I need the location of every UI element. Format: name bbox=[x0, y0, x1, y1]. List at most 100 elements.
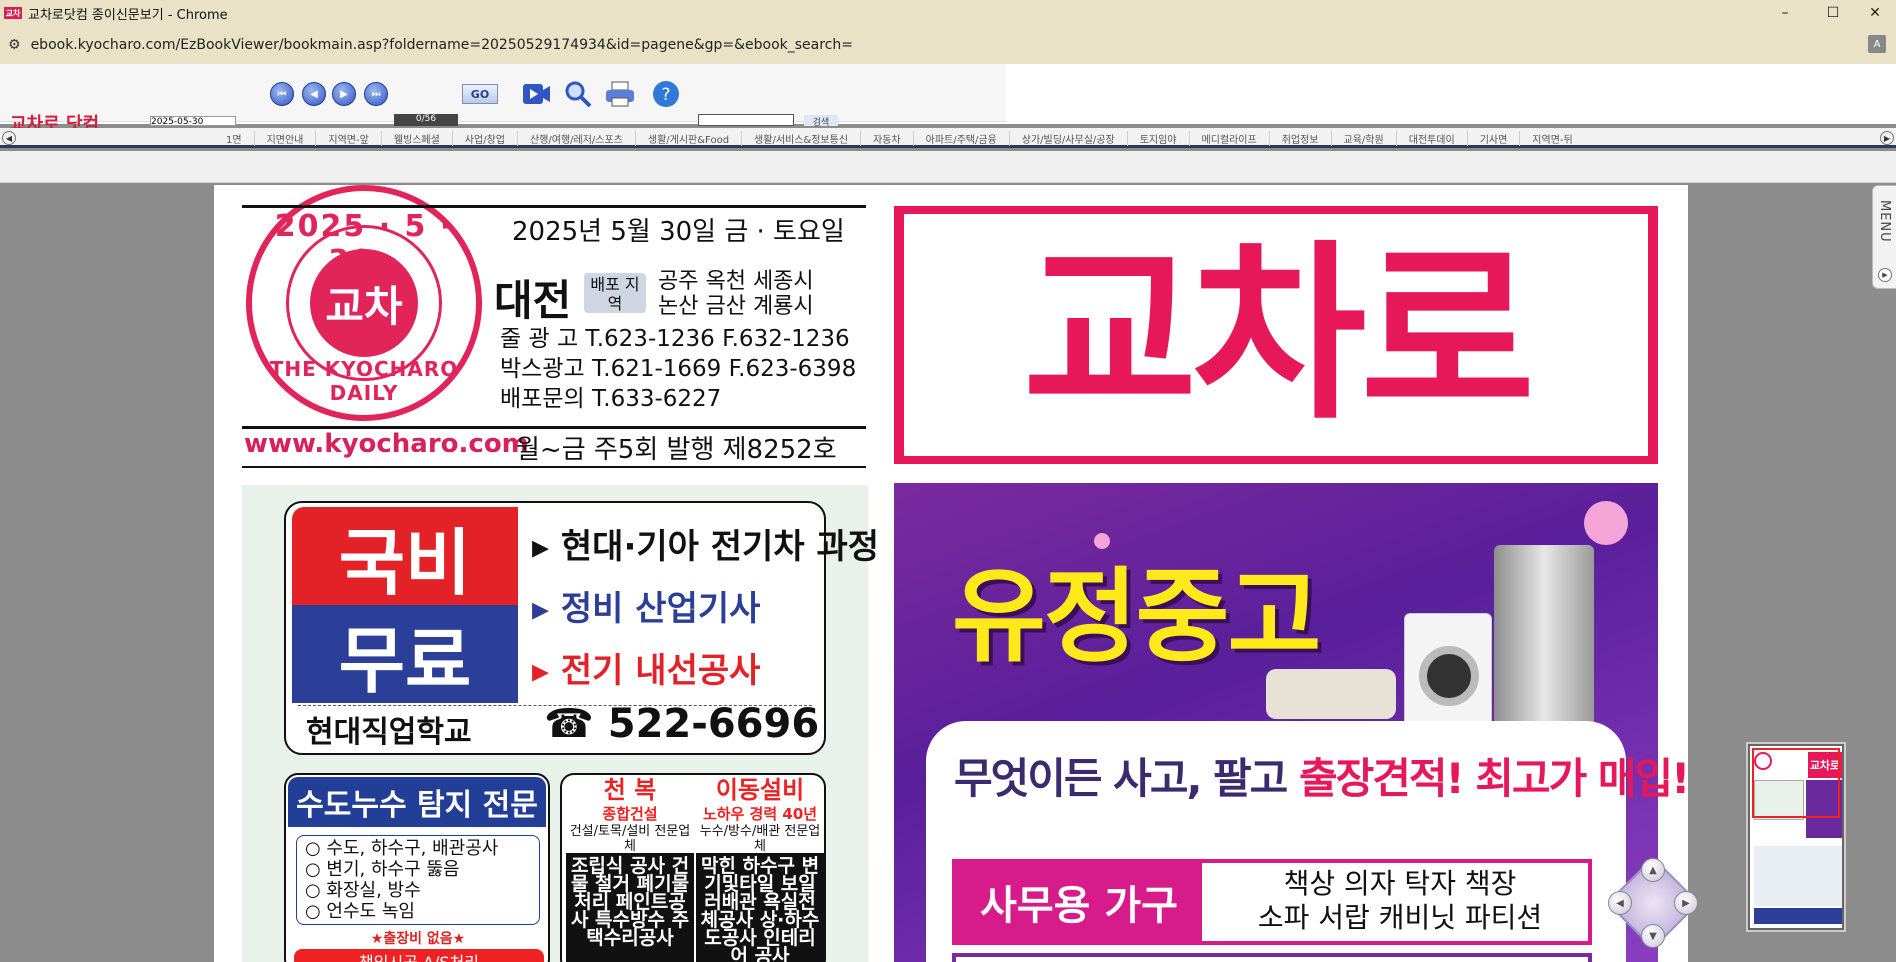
category-line: 책상 의자 탁자 책장 bbox=[1283, 867, 1517, 900]
area-line: 논산 금산 계룡시 bbox=[658, 294, 814, 319]
school-phone: ☎ 522-6696 bbox=[544, 701, 820, 747]
section-item[interactable]: 생활/게시판&Food bbox=[634, 130, 741, 146]
thumbnail-viewport-frame[interactable] bbox=[1752, 748, 1840, 818]
section-item[interactable]: 산행/여행/레저/스포츠 bbox=[516, 130, 635, 146]
site-settings-icon[interactable]: ⚙ bbox=[8, 37, 21, 53]
construction-ad-col: 천 복 종합건설 건설/토목/설비 전문업체 bbox=[566, 777, 694, 854]
svg-text:?: ? bbox=[661, 85, 670, 105]
window-titlebar: 교차 교차로닷컴 종이신문보기 - Chrome bbox=[0, 0, 1896, 26]
service-item: ○ 화장실, 방수 bbox=[305, 880, 421, 901]
section-item[interactable]: 지역면-앞 bbox=[315, 130, 380, 146]
minimize-button[interactable]: – bbox=[1762, 0, 1808, 26]
section-item[interactable]: 웰빙스페셜 bbox=[380, 130, 452, 146]
section-scroll-left-icon[interactable]: ◀ bbox=[2, 131, 16, 145]
section-item[interactable]: 1면 bbox=[214, 131, 254, 146]
course-label: 전기 내선공사 bbox=[560, 651, 761, 691]
pan-down-button[interactable]: ▼ bbox=[1641, 924, 1665, 948]
search-button[interactable]: 검색 bbox=[804, 115, 838, 128]
construction-ad-col: 이동설비 노하우 경력 40년 누수/방수/배관 전문업체 bbox=[696, 777, 824, 854]
newspaper-page[interactable]: 2025 · 5 · 30 · 교차 THE KYOCHARO DAILY 20… bbox=[214, 185, 1688, 962]
course-item: ▸ 전기 내선공사 bbox=[532, 651, 761, 691]
issue-date: 2025년 5월 30일 금 · 토요일 bbox=[512, 217, 845, 247]
issue-number: 월~금 주5회 발행 제8252호 bbox=[516, 435, 837, 465]
section-item[interactable]: 상가/빌딩/사무실/공장 bbox=[1008, 130, 1127, 146]
site-favicon: 교차 bbox=[4, 7, 22, 19]
translate-icon[interactable]: A bbox=[1868, 35, 1886, 53]
section-item[interactable]: 생활/서비스&정보통신 bbox=[741, 130, 860, 146]
section-item[interactable]: 토지임야 bbox=[1126, 130, 1189, 146]
section-list: 1면 지면안내 지역면-앞 웰빙스페셜 사업/창업 산행/여행/레저/스포츠 생… bbox=[214, 128, 1585, 148]
section-item[interactable]: 지역면-뒤 bbox=[1519, 130, 1584, 146]
washer-drum bbox=[1419, 646, 1479, 706]
section-item[interactable]: 지면안내 bbox=[253, 130, 316, 146]
free-tag: 무료 bbox=[292, 605, 518, 703]
window-title: 교차로닷컴 종이신문보기 - Chrome bbox=[28, 7, 228, 23]
section-item[interactable]: 취업정보 bbox=[1268, 130, 1331, 146]
category-line: 소파 서랍 캐비닛 파티션 bbox=[1257, 901, 1543, 934]
pan-right-button[interactable]: ▶ bbox=[1674, 891, 1698, 915]
page-indicator: 0/56 bbox=[394, 114, 458, 126]
last-page-button[interactable]: ⏭ bbox=[364, 82, 388, 106]
service-item: ○ 언수도 녹임 bbox=[305, 901, 415, 922]
refrigerator-image bbox=[1494, 545, 1594, 735]
category-items: 책상 의자 탁자 책장 소파 서랍 캐비닛 파티션 bbox=[1214, 867, 1586, 935]
url-field[interactable]: ebook.kyocharo.com/EzBookViewer/bookmain… bbox=[31, 37, 853, 53]
page-thumbnail[interactable]: 교차로 bbox=[1748, 744, 1844, 930]
company-services: 막힌 하수구 변기및타일 보일러배관 욕실전체공사 상·하수도공사 인테리어 공… bbox=[696, 853, 824, 962]
magnify-icon[interactable] bbox=[562, 78, 594, 110]
viewer-subbar bbox=[0, 151, 1896, 183]
distribution-badge: 배포 지역 bbox=[584, 273, 646, 313]
company-tagline: 건설/토목/설비 전문업체 bbox=[569, 824, 691, 854]
section-item[interactable]: 자동차 bbox=[860, 130, 913, 146]
help-icon[interactable]: ? bbox=[650, 78, 682, 110]
company-name: 천 복 bbox=[603, 776, 657, 804]
school-name: 현대직업학교 bbox=[306, 715, 472, 750]
service-item: ○ 수도, 하수구, 배관공사 bbox=[305, 838, 499, 859]
section-scroll-right-icon[interactable]: ▶ bbox=[1880, 131, 1894, 145]
close-button[interactable]: ✕ bbox=[1852, 0, 1896, 26]
leak-ad-banner: 책임시공 A/S처리 bbox=[294, 949, 544, 962]
contact-line: 배포문의 T.633-6227 bbox=[500, 386, 722, 412]
search-input[interactable] bbox=[698, 114, 794, 126]
course-item: ▸ 정비 산업기사 bbox=[532, 589, 761, 629]
address-bar: ⚙ ebook.kyocharo.com/EzBookViewer/bookma… bbox=[0, 26, 1896, 64]
section-item[interactable]: 사업/창업 bbox=[451, 130, 517, 146]
maximize-button[interactable]: ☐ bbox=[1810, 0, 1856, 26]
header-rule-top bbox=[242, 205, 866, 208]
next-page-button[interactable]: ▶ bbox=[332, 82, 356, 106]
stamp-logo: 교차 bbox=[310, 249, 418, 357]
company-type: 종합건설 bbox=[602, 805, 658, 823]
pan-up-button[interactable]: ▲ bbox=[1641, 858, 1665, 882]
company-tagline: 누수/방수/배관 전문업체 bbox=[699, 824, 821, 854]
category-label: 사무용 가구 bbox=[956, 863, 1202, 941]
slogan-highlight: 출장견적! 최고가 매입! bbox=[1298, 754, 1688, 803]
service-item: ○ 변기, 하수구 뚫음 bbox=[305, 859, 460, 880]
section-item[interactable]: 메디컬라이프 bbox=[1188, 130, 1269, 146]
print-icon[interactable] bbox=[604, 78, 636, 110]
thumb-ad bbox=[1754, 846, 1842, 906]
date-select[interactable]: 2025-05-30 bbox=[150, 116, 236, 126]
leak-ad-note: ★출장비 없음★ bbox=[370, 931, 466, 947]
go-button[interactable]: GO bbox=[462, 84, 498, 104]
distribution-areas: 공주 옥천 세종시 논산 금산 계룡시 bbox=[658, 269, 814, 319]
prev-page-button[interactable]: ◀ bbox=[302, 82, 326, 106]
pan-left-button[interactable]: ◀ bbox=[1608, 891, 1632, 915]
section-item[interactable]: 기사면 bbox=[1466, 130, 1520, 146]
stamp-brand: THE KYOCHARO DAILY bbox=[269, 357, 459, 405]
contact-line: 박스광고 T.621-1669 F.623-6398 bbox=[500, 356, 857, 382]
menu-label: MENU bbox=[1877, 200, 1892, 243]
contact-line: 줄 광 고 T.623-1236 F.632-1236 bbox=[500, 326, 850, 352]
date-stamp: 2025 · 5 · 30 · 교차 THE KYOCHARO DAILY bbox=[246, 185, 482, 421]
free-tuition-tag: 국비 bbox=[292, 507, 518, 605]
pan-control: ▲ ▼ ◀ ▶ bbox=[1598, 848, 1708, 958]
company-name: 이동설비 bbox=[715, 776, 805, 804]
video-icon[interactable] bbox=[520, 78, 552, 110]
section-item[interactable]: 아파트/주택/금융 bbox=[912, 130, 1009, 146]
section-item[interactable]: 대전투데이 bbox=[1395, 130, 1467, 146]
course-label: 정비 산업기사 bbox=[560, 589, 761, 629]
first-page-button[interactable]: ⏮ bbox=[270, 82, 294, 106]
menu-expand-icon[interactable]: ▶ bbox=[1878, 268, 1892, 282]
slogan-text: 무엇이든 사고, 팔고 bbox=[954, 754, 1299, 803]
menu-tab[interactable]: MENU ▶ bbox=[1872, 185, 1896, 289]
section-item[interactable]: 교육/학원 bbox=[1330, 130, 1396, 146]
